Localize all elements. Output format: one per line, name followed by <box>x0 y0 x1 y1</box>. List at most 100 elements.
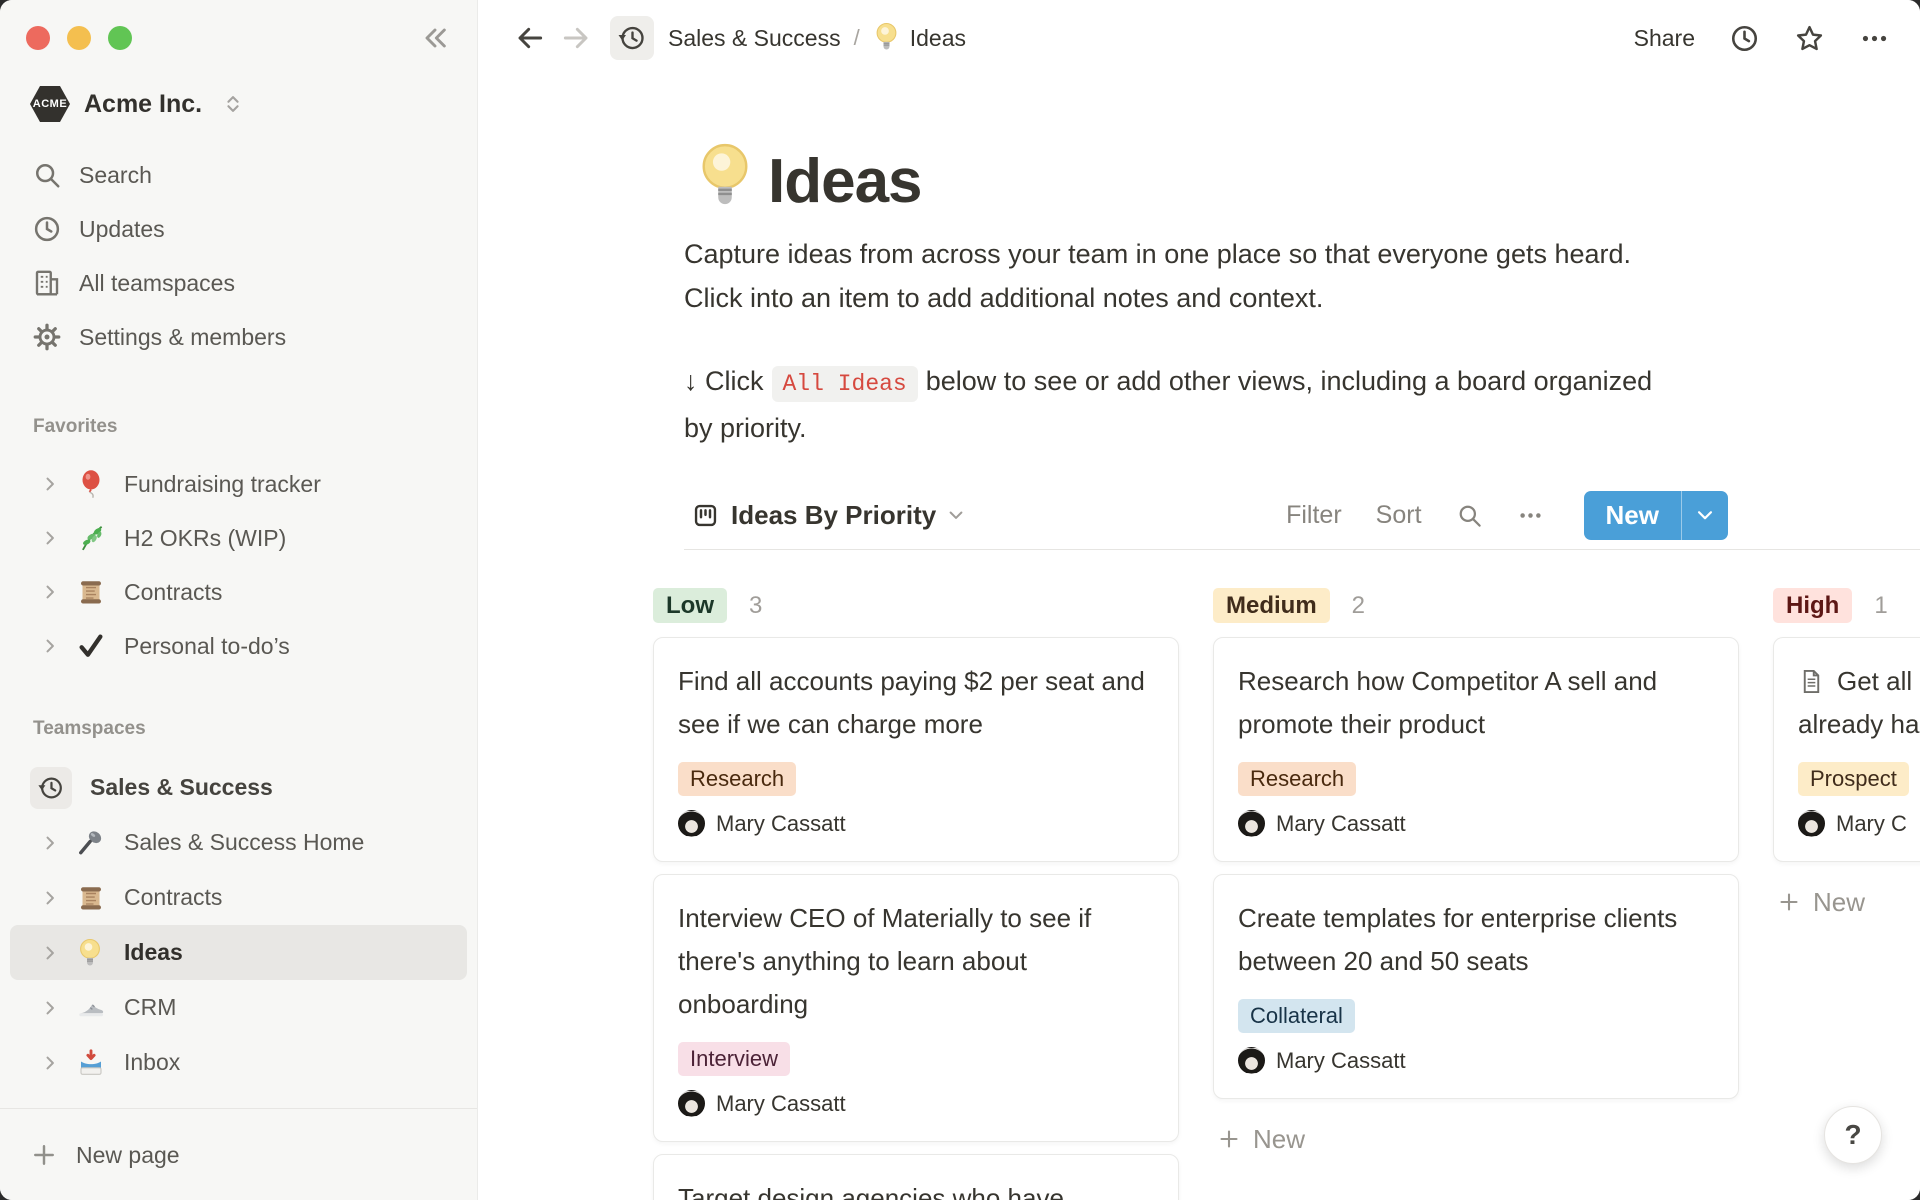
sidebar-item-sales-success[interactable]: Sales & Success <box>0 760 477 815</box>
workspace-switch-icon <box>222 93 244 115</box>
sidebar-item-search[interactable]: Search <box>0 148 477 202</box>
sidebar-item-settings[interactable]: Settings & members <box>0 310 477 364</box>
callout-line: ↓ ClickAll Ideasbelow to see or add othe… <box>684 359 1652 406</box>
sidebar-item-sales-success-home[interactable]: Sales & Success Home <box>0 815 477 870</box>
sidebar-item-label: Ideas <box>124 939 183 966</box>
column-header[interactable]: High 1 <box>1773 576 1920 637</box>
board-card[interactable]: Create templates for enterprise clients … <box>1213 874 1739 1099</box>
chevron-right-icon[interactable] <box>40 528 60 548</box>
sidebar-item-fundraising-tracker[interactable]: Fundraising tracker <box>0 457 477 511</box>
tag-interview[interactable]: Interview <box>678 1042 790 1076</box>
breadcrumb-teamspace-icon[interactable] <box>610 16 654 60</box>
assignee-name: Mary Cassatt <box>716 811 846 837</box>
sort-button[interactable]: Sort <box>1376 501 1422 530</box>
chevron-right-icon[interactable] <box>40 582 60 602</box>
page-title: Ideas <box>768 146 922 217</box>
chevron-right-icon[interactable] <box>40 998 60 1018</box>
board-view-icon <box>692 502 719 529</box>
breadcrumb-root[interactable]: Sales & Success <box>668 25 841 52</box>
teamspaces-section-label: Teamspaces <box>33 718 146 740</box>
new-button[interactable]: New <box>1584 491 1728 540</box>
plus-icon <box>30 1141 58 1169</box>
workspace-switcher[interactable]: ACME Acme Inc. <box>30 86 244 122</box>
toolbar-divider <box>684 549 1920 550</box>
new-button-dropdown-icon[interactable] <box>1682 491 1728 540</box>
topbar-actions: Share <box>1634 23 1890 54</box>
sidebar-item-h2-okrs[interactable]: H2 OKRs (WIP) <box>0 511 477 565</box>
board-card[interactable]: Interview CEO of Materially to see if th… <box>653 874 1179 1142</box>
inline-code-all-ideas: All Ideas <box>772 366 918 402</box>
board-card[interactable]: Get all already ha Prospect Mary C <box>1773 637 1920 862</box>
column-header[interactable]: Medium 2 <box>1213 576 1739 637</box>
board-card[interactable]: Research how Competitor A sell and promo… <box>1213 637 1739 862</box>
sidebar-item-personal-todos[interactable]: Personal to-do’s <box>0 619 477 673</box>
sidebar-item-all-teamspaces[interactable]: All teamspaces <box>0 256 477 310</box>
sidebar-item-ideas[interactable]: Ideas <box>10 925 467 980</box>
page-lightbulb-icon[interactable] <box>696 140 754 216</box>
column-header[interactable]: Low 3 <box>653 576 1179 637</box>
tag-prospect[interactable]: Prospect <box>1798 762 1909 796</box>
tag-research[interactable]: Research <box>1238 762 1356 796</box>
chevron-right-icon[interactable] <box>40 636 60 656</box>
board-card[interactable]: Find all accounts paying $2 per seat and… <box>653 637 1179 862</box>
breadcrumb-page[interactable]: Ideas <box>910 25 966 52</box>
sidebar-nav: Search Updates All teamspaces Settings &… <box>0 148 477 364</box>
microphone-icon <box>76 828 106 858</box>
card-title-line: already ha <box>1798 703 1920 746</box>
updates-clock-icon[interactable] <box>1729 23 1760 54</box>
forward-arrow-icon[interactable] <box>560 22 592 54</box>
favorites-section-label: Favorites <box>33 416 117 438</box>
chevron-right-icon[interactable] <box>40 943 60 963</box>
tag-collateral[interactable]: Collateral <box>1238 999 1355 1033</box>
card-title: Target design agencies who have <box>678 1177 1154 1200</box>
sidebar-item-crm[interactable]: CRM <box>0 980 477 1035</box>
more-options-icon[interactable] <box>1859 23 1890 54</box>
scroll-icon <box>76 577 106 607</box>
column-badge-medium: Medium <box>1213 588 1330 623</box>
more-options-icon[interactable] <box>1517 502 1544 529</box>
search-icon <box>32 160 62 190</box>
teamspaces-list: Sales & Success Sales & Success Home Con… <box>0 760 477 1090</box>
sidebar-item-label: All teamspaces <box>79 270 235 297</box>
sidebar-item-updates[interactable]: Updates <box>0 202 477 256</box>
page-description: Capture ideas from across your team in o… <box>684 232 1631 320</box>
chevron-right-icon[interactable] <box>40 888 60 908</box>
sidebar-item-label: Fundraising tracker <box>124 471 321 498</box>
main-area: Sales & Success / Ideas Share Ideas Capt… <box>478 0 1920 1200</box>
sidebar-item-label: Contracts <box>124 579 222 606</box>
plus-icon <box>1777 890 1801 914</box>
filter-button[interactable]: Filter <box>1286 501 1342 530</box>
share-button[interactable]: Share <box>1634 25 1695 52</box>
zoom-window-button[interactable] <box>108 26 132 50</box>
column-count: 3 <box>749 588 762 623</box>
help-button[interactable]: ? <box>1824 1106 1882 1164</box>
tag-research[interactable]: Research <box>678 762 796 796</box>
back-arrow-icon[interactable] <box>514 22 546 54</box>
card-assignee: Mary Cassatt <box>1238 810 1714 837</box>
new-page-button[interactable]: New page <box>0 1128 477 1182</box>
new-page-label: New page <box>76 1142 180 1169</box>
minimize-window-button[interactable] <box>67 26 91 50</box>
sidebar-collapse-icon[interactable] <box>419 20 455 56</box>
assignee-name: Mary Cassatt <box>716 1091 846 1117</box>
add-card-button[interactable]: New <box>1773 880 1865 924</box>
board-card[interactable]: Target design agencies who have <box>653 1154 1179 1200</box>
search-icon[interactable] <box>1456 502 1483 529</box>
add-card-button[interactable]: New <box>1213 1117 1305 1161</box>
lightbulb-icon <box>873 22 900 54</box>
close-window-button[interactable] <box>26 26 50 50</box>
card-title-line: Get all <box>1837 660 1912 703</box>
favorite-star-icon[interactable] <box>1794 23 1825 54</box>
chevron-right-icon[interactable] <box>40 1053 60 1073</box>
chevron-right-icon[interactable] <box>40 833 60 853</box>
view-tab-ideas-by-priority[interactable]: Ideas By Priority <box>684 500 966 531</box>
sidebar-item-contracts-favorite[interactable]: Contracts <box>0 565 477 619</box>
sidebar-item-contracts-teamspace[interactable]: Contracts <box>0 870 477 925</box>
card-title: Create templates for enterprise clients … <box>1238 897 1714 983</box>
sidebar-item-label: Contracts <box>124 884 222 911</box>
chevron-right-icon[interactable] <box>40 474 60 494</box>
avatar <box>1798 810 1825 837</box>
sidebar-item-inbox[interactable]: Inbox <box>0 1035 477 1090</box>
scroll-icon <box>76 883 106 913</box>
checkmark-icon <box>76 631 106 661</box>
